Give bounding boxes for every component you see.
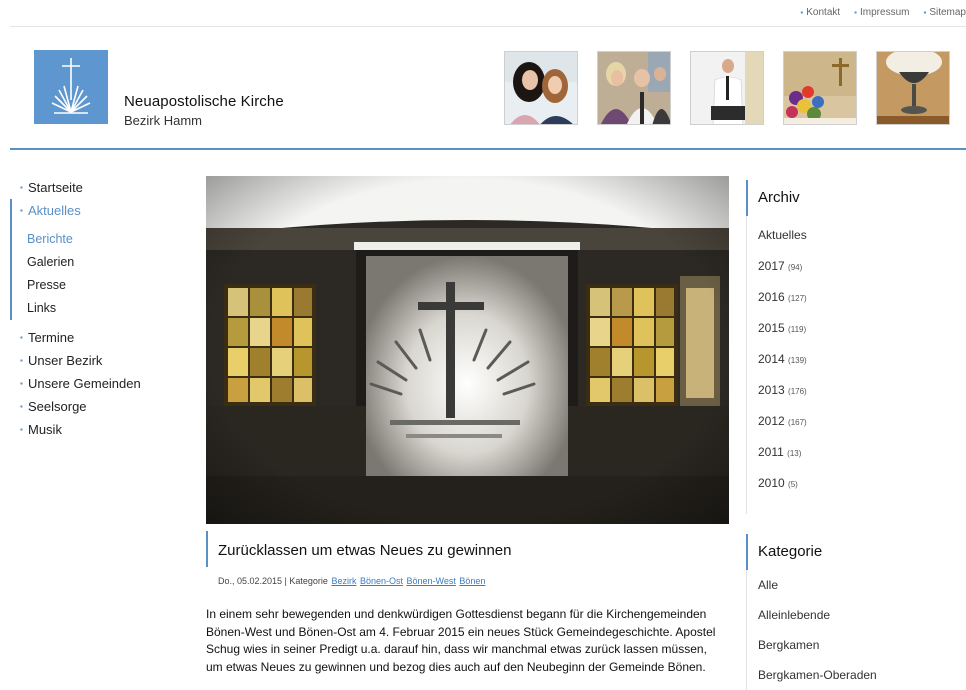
archive-item-2017[interactable]: 2017 (94) bbox=[747, 251, 966, 282]
article-meta: Do., 05.02.2015 | Kategorie Bezirk Bönen… bbox=[218, 576, 485, 586]
nav-item-termine[interactable]: ▪ Termine bbox=[10, 326, 180, 349]
nav-item-musik[interactable]: ▪ Musik bbox=[10, 418, 180, 441]
nav-item-aktuelles[interactable]: ▪ Aktuelles bbox=[12, 199, 180, 222]
brand-block: Neuapostolische Kirche Bezirk Hamm bbox=[124, 93, 284, 128]
archive-item-2013[interactable]: 2013 (176) bbox=[747, 375, 966, 406]
category-link-bezirk[interactable]: Bezirk bbox=[331, 576, 356, 586]
category-heading: Kategorie bbox=[746, 534, 966, 570]
bullet-icon: ▪ bbox=[20, 425, 23, 434]
bullet-icon: ▪ bbox=[854, 8, 858, 17]
archive-panel: Archiv Aktuelles 2017 (94) 2016 (127) 20… bbox=[746, 180, 966, 514]
archive-item-aktuelles[interactable]: Aktuelles bbox=[747, 220, 966, 251]
archive-item-2012[interactable]: 2012 (167) bbox=[747, 406, 966, 437]
brand-name: Neuapostolische Kirche bbox=[124, 93, 284, 110]
category-item-alle[interactable]: Alle bbox=[747, 570, 966, 600]
category-list: Alle Alleinlebende Bergkamen Bergkamen-O… bbox=[746, 570, 966, 690]
topnav-link-impressum[interactable]: ▪ Impressum bbox=[854, 7, 909, 21]
bullet-icon: ▪ bbox=[20, 333, 23, 342]
nav-item-startseite[interactable]: ▪ Startseite bbox=[10, 176, 180, 199]
nav-item-seelsorge[interactable]: ▪ Seelsorge bbox=[10, 395, 180, 418]
nav-item-unser-bezirk[interactable]: ▪ Unser Bezirk bbox=[10, 349, 180, 372]
bullet-icon: ▪ bbox=[20, 356, 23, 365]
bullet-icon: ▪ bbox=[20, 183, 23, 192]
preacher-photo bbox=[690, 51, 764, 125]
subnav-item-presse[interactable]: Presse bbox=[12, 274, 180, 297]
category-link-boenen[interactable]: Bönen bbox=[459, 576, 485, 586]
archive-item-2010[interactable]: 2010 (5) bbox=[747, 468, 966, 499]
subnav-item-berichte[interactable]: Berichte bbox=[12, 228, 180, 251]
chalice-photo bbox=[876, 51, 950, 125]
topnav-link-sitemap[interactable]: ▪ Sitemap bbox=[923, 7, 966, 21]
category-link-boenen-ost[interactable]: Bönen-Ost bbox=[360, 576, 403, 586]
church-logo[interactable] bbox=[34, 50, 108, 124]
archive-item-2014[interactable]: 2014 (139) bbox=[747, 344, 966, 375]
bullet-icon: ▪ bbox=[20, 206, 23, 215]
top-divider bbox=[10, 26, 966, 27]
header-divider bbox=[10, 148, 966, 150]
category-link-boenen-west[interactable]: Bönen-West bbox=[407, 576, 456, 586]
bullet-icon: ▪ bbox=[800, 8, 804, 17]
congregation-photo bbox=[597, 51, 671, 125]
brand-subtitle: Bezirk Hamm bbox=[124, 113, 203, 128]
bullet-icon: ▪ bbox=[923, 8, 927, 17]
archive-list: Aktuelles 2017 (94) 2016 (127) 2015 (119… bbox=[746, 216, 966, 514]
article-hero-image bbox=[206, 176, 729, 524]
archive-item-2016[interactable]: 2016 (127) bbox=[747, 282, 966, 313]
left-navigation: ▪ Startseite ▪ Aktuelles Berichte Galerien… bbox=[10, 176, 180, 441]
subnav-item-links[interactable]: Links bbox=[12, 297, 180, 320]
article-title: Zurücklassen um etwas Neues zu gewinnen bbox=[218, 542, 512, 559]
archive-heading: Archiv bbox=[746, 180, 966, 216]
category-item-bergkamen-oberaden[interactable]: Bergkamen-Oberaden bbox=[747, 660, 966, 690]
two-girls-photo bbox=[504, 51, 578, 125]
nav-active-section: ▪ Aktuelles Berichte Galerien Presse Link… bbox=[10, 199, 180, 320]
subnav-item-galerien[interactable]: Galerien bbox=[12, 251, 180, 274]
bullet-icon: ▪ bbox=[20, 402, 23, 411]
nav-item-unsere-gemeinden[interactable]: ▪ Unsere Gemeinden bbox=[10, 372, 180, 395]
topnav-link-kontakt[interactable]: ▪ Kontakt bbox=[800, 7, 840, 21]
article-date-category: Do., 05.02.2015 | Kategorie bbox=[218, 576, 328, 586]
bullet-icon: ▪ bbox=[20, 379, 23, 388]
category-item-bergkamen[interactable]: Bergkamen bbox=[747, 630, 966, 660]
archive-item-2015[interactable]: 2015 (119) bbox=[747, 313, 966, 344]
altar-flowers-photo bbox=[783, 51, 857, 125]
top-navigation: ▪ Kontakt ▪ Impressum ▪ Sitemap bbox=[800, 7, 966, 21]
cross-sunrise-logo-icon bbox=[51, 58, 91, 114]
category-item-alleinlebende[interactable]: Alleinlebende bbox=[747, 600, 966, 630]
archive-item-2011[interactable]: 2011 (13) bbox=[747, 437, 966, 468]
article-body: In einem sehr bewegenden und denkwürdige… bbox=[206, 607, 716, 674]
category-panel: Kategorie Alle Alleinlebende Bergkamen B… bbox=[746, 534, 966, 690]
